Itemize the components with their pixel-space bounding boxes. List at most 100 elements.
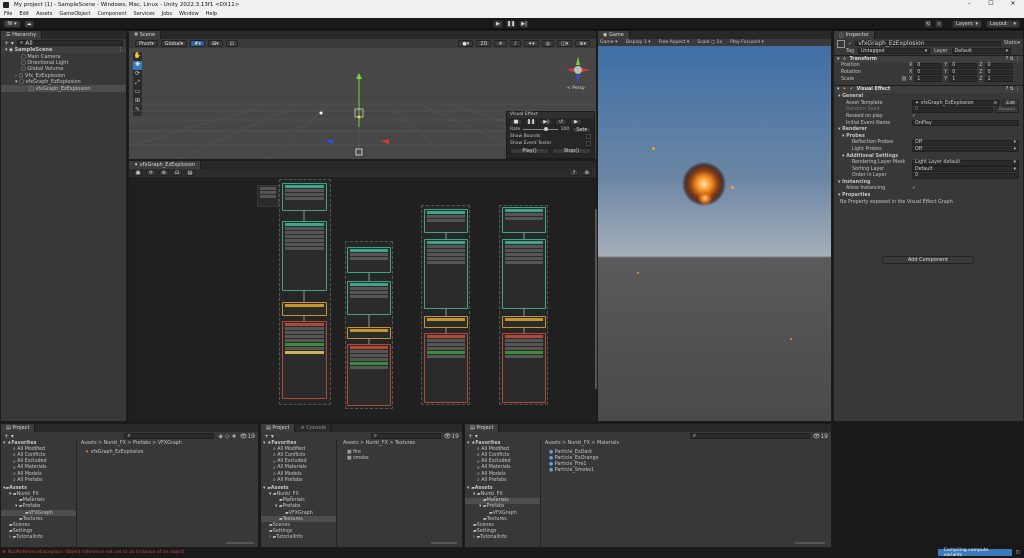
history-icon[interactable]: ⟲ <box>924 20 932 28</box>
camera-icon[interactable]: ◫▾ <box>557 40 573 47</box>
probes-foldout[interactable]: ▾ Probes <box>834 133 1023 140</box>
zoom-slider[interactable] <box>795 542 825 544</box>
general-foldout[interactable]: ▾ General <box>834 93 1023 100</box>
object-name-field[interactable]: vfxGraph_EzExplosion <box>855 40 1001 47</box>
output-context-4[interactable] <box>502 333 546 403</box>
tab-hierarchy[interactable]: ☰ Hierarchy <box>1 31 43 39</box>
scale-z-field[interactable]: 1 <box>984 76 1013 82</box>
favorite-item[interactable]: ⌕ All Prefabs <box>261 477 336 484</box>
maximize-icon[interactable]: ☐ <box>980 0 1002 7</box>
menu-edit[interactable]: Edit <box>19 11 29 17</box>
asset-file[interactable]: ✦ vfxGraph_EzExplosion <box>85 449 144 455</box>
set-button[interactable]: Set ▾ <box>572 126 591 133</box>
zoom-slider[interactable] <box>226 542 254 544</box>
tab-project[interactable]: ▤ Project <box>465 424 500 432</box>
shading-icon[interactable]: ●▾ <box>458 40 474 47</box>
object-picker-icon[interactable]: ⊙ <box>993 101 997 106</box>
layer-dropdown[interactable]: Default ▾ <box>951 48 1011 55</box>
menu-assets[interactable]: Assets <box>36 11 52 17</box>
allow-instancing-checkbox[interactable]: ✓ <box>912 186 916 191</box>
display-dropdown[interactable]: Display 1 ▾ <box>625 40 650 45</box>
global-dropdown[interactable]: Global ▾ <box>160 40 188 47</box>
pause-icon[interactable]: ❚❚ <box>525 119 537 125</box>
init-context-4[interactable] <box>502 239 546 309</box>
add-icon[interactable]: + ▾ <box>468 433 478 440</box>
tab-scene[interactable]: # Scene <box>129 31 162 39</box>
event-tester-checkbox[interactable] <box>586 141 591 146</box>
visual-effect-header[interactable]: ▾ ✦ ✓ Visual Effect? ⇅ ⋮ <box>834 85 1023 94</box>
menu-file[interactable]: File <box>4 11 12 17</box>
tag-dropdown[interactable]: Untagged ▾ <box>858 48 931 55</box>
rotation-z-field[interactable]: 0 <box>984 69 1013 76</box>
status-error-message[interactable]: NullReferenceException: Object reference… <box>8 550 184 555</box>
tab-project[interactable]: ▤ Project <box>261 424 296 432</box>
initial-event-field[interactable]: OnPlay <box>912 120 1019 126</box>
snap-icon[interactable]: ⊞▾ <box>207 40 223 47</box>
asset-template-field[interactable]: ✦ vfxGraph_EzExplosion ⊙ <box>912 100 1001 107</box>
stop-method-button[interactable]: Stop() <box>552 148 591 154</box>
menu-gameobject[interactable]: GameObject <box>59 11 90 17</box>
add-icon[interactable]: + ▾ <box>4 433 14 440</box>
increment-icon[interactable]: ⊡ <box>225 40 238 47</box>
project1-breadcrumb[interactable]: Assets > Nunki_FX > Prefabs > VFXGraph <box>81 441 182 446</box>
rotation-y-field[interactable]: 0 <box>949 69 978 76</box>
compile-icon[interactable]: ⚙ <box>159 170 169 176</box>
persp-label[interactable]: < Persp <box>567 86 585 91</box>
account-button[interactable]: NI ▾ <box>3 20 21 28</box>
play-button[interactable]: ▶ <box>493 20 503 28</box>
grid-snap-icon[interactable]: #▾ <box>190 40 205 47</box>
minimize-icon[interactable]: – <box>958 0 980 7</box>
pivot-dropdown[interactable]: Pivot ▾ <box>135 40 158 47</box>
settings-icon[interactable]: ⚙ <box>582 170 592 176</box>
reseed-on-play-checkbox[interactable]: ✓ <box>912 114 916 119</box>
orientation-gizmo-icon[interactable] <box>563 55 593 85</box>
component-menu-icon[interactable]: ? ⇅ ⋮ <box>1006 57 1020 62</box>
hierarchy-search-input[interactable]: ⌕ All <box>16 39 123 47</box>
favorite-item[interactable]: ⌕ All Prefabs <box>1 477 76 484</box>
stop-icon[interactable]: ■ <box>510 119 522 125</box>
position-x-field[interactable]: 0 <box>914 62 943 69</box>
add-component-button[interactable]: Add Component <box>882 256 974 264</box>
play-method-button[interactable]: Play() <box>510 148 549 154</box>
lighting-icon[interactable]: ☀ <box>494 40 507 47</box>
pause-button[interactable]: ❚❚ <box>506 20 516 28</box>
asset-file[interactable]: ● Particle_Smoke1 <box>549 467 594 473</box>
rate-slider[interactable] <box>523 127 558 131</box>
additional-settings-foldout[interactable]: ▾ Additional Settings <box>834 153 1023 160</box>
link-icon[interactable]: ⛓ <box>901 77 909 82</box>
random-seed-field[interactable]: 0 <box>912 106 993 113</box>
init-context-3[interactable] <box>424 239 468 309</box>
project2-breadcrumb[interactable]: Assets > Nunki_FX > Textures <box>343 441 415 446</box>
game-mode-dropdown[interactable]: Game ▾ <box>600 40 617 45</box>
notification-icon[interactable]: ◫ <box>1012 550 1024 555</box>
rate-value[interactable]: 100 <box>561 127 570 132</box>
zoom-slider[interactable] <box>431 542 457 544</box>
output-context-1[interactable] <box>282 321 327 399</box>
edit-button[interactable]: Edit <box>1002 100 1019 107</box>
scale-x-field[interactable]: 1 <box>914 76 943 82</box>
auto-compile-icon[interactable]: ⟳ <box>146 170 156 176</box>
filter-icon[interactable]: ◈ ◇ ★ <box>218 433 236 440</box>
menu-services[interactable]: Services <box>134 11 155 17</box>
menu-help[interactable]: Help <box>206 11 217 17</box>
renderer-foldout[interactable]: ▾ Renderer <box>834 126 1023 133</box>
update-context-1[interactable] <box>282 302 327 316</box>
spawn-context-2[interactable] <box>347 247 391 273</box>
sorting-layer-dropdown[interactable]: Default ▾ <box>912 166 1019 173</box>
2d-toggle[interactable]: 2D <box>476 40 492 47</box>
menu-jobs[interactable]: Jobs <box>162 11 172 17</box>
output-context-3[interactable] <box>424 333 468 403</box>
gizmos-icon[interactable]: ⊕▾ <box>575 40 590 47</box>
tab-game[interactable]: ◉ Game <box>598 31 630 39</box>
layers-dropdown[interactable]: Layers ▾ <box>952 20 982 28</box>
project3-breadcrumb[interactable]: Assets > Nunki_FX > Materials <box>545 441 619 446</box>
instancing-foldout[interactable]: ▾ Instancing <box>834 179 1023 186</box>
init-context-1[interactable] <box>282 221 327 291</box>
output-context-2[interactable] <box>347 344 391 406</box>
position-z-field[interactable]: 0 <box>984 62 1013 69</box>
folder-item[interactable]: › ▰ TutorialInfo <box>1 535 76 541</box>
show-bounds-checkbox[interactable] <box>586 134 591 139</box>
menu-window[interactable]: Window <box>179 11 199 17</box>
position-y-field[interactable]: 0 <box>949 62 978 69</box>
step-icon[interactable]: ▶| <box>540 119 552 125</box>
